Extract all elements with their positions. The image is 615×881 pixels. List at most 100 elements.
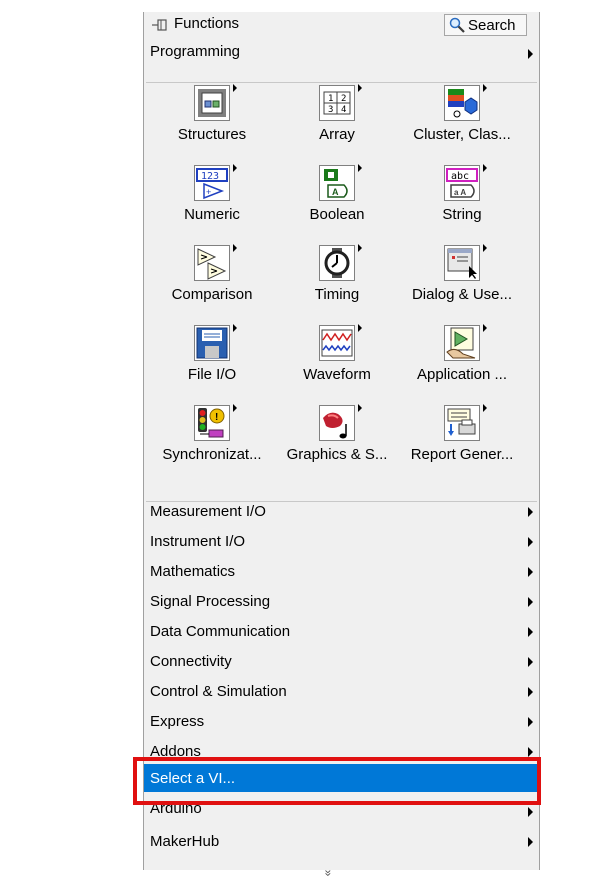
palette-item-label: File I/O [187,366,237,383]
category-connectivity[interactable]: Connectivity [144,646,539,676]
array-cell: 3 [328,105,333,115]
submenu-arrow-icon [233,164,237,172]
palette-item-waveform[interactable]: Waveform [277,323,397,403]
category-mathematics[interactable]: Mathematics [144,556,539,586]
palette-item-report-generation[interactable]: Report Gener... [402,403,522,483]
waveform-icon [319,324,362,361]
category-label: Mathematics [150,562,236,580]
palette-item-label: Array [319,126,355,143]
palette-item-structures[interactable]: Structures [152,83,272,163]
palette-item-label: Numeric [184,206,240,223]
svg-text:!: ! [215,412,218,423]
palette-item-dialog[interactable]: Dialog & Use... [402,243,522,323]
palette-item-label: Comparison [171,286,253,303]
submenu-arrow-icon [528,627,533,637]
svg-text:+: + [206,187,211,197]
submenu-arrow-icon [483,404,487,412]
string-sub-glyph: a A [454,188,466,197]
search-label: Search [468,16,516,34]
palette-item-synchronization[interactable]: ! Synchronizat... [152,403,272,483]
submenu-arrow-icon [483,164,487,172]
category-programming[interactable]: Programming [144,38,539,64]
palette-item-label: Graphics & S... [286,446,388,463]
category-makerhub[interactable]: MakerHub [144,826,539,856]
submenu-arrow-icon [528,597,533,607]
comparison-icon [194,244,237,281]
report-generation-icon [444,404,487,441]
submenu-arrow-icon [358,404,362,412]
category-label: Measurement I/O [150,502,266,520]
expand-more-icon[interactable]: » [321,870,335,877]
category-control-simulation[interactable]: Control & Simulation [144,676,539,706]
boolean-icon: A [319,164,362,201]
array-cell: 2 [341,94,346,104]
palette-item-label: Report Gener... [410,446,514,463]
palette-item-numeric[interactable]: 123 + Numeric [152,163,272,243]
timing-icon [319,244,362,281]
array-icon: 1 2 3 4 [319,84,362,121]
application-icon [444,324,487,361]
submenu-arrow-icon [233,404,237,412]
structures-icon [194,84,237,121]
submenu-arrow-icon [528,49,533,59]
array-cell: 4 [341,105,346,115]
palette-item-label: Waveform [303,366,371,383]
palette-titlebar: Functions Search [144,12,539,38]
file-io-icon [194,324,237,361]
submenu-arrow-icon [528,837,533,847]
submenu-arrow-icon [528,657,533,667]
palette-title: Functions [174,15,240,32]
category-measurement-io[interactable]: Measurement I/O [144,496,539,526]
palette-item-array[interactable]: 1 2 3 4 Array [277,83,397,163]
submenu-arrow-icon [483,244,487,252]
palette-item-boolean[interactable]: A Boolean [277,163,397,243]
category-label: Instrument I/O [150,532,246,550]
search-button[interactable]: Search [444,14,527,36]
category-data-communication[interactable]: Data Communication [144,616,539,646]
submenu-arrow-icon [358,84,362,92]
category-express[interactable]: Express [144,706,539,736]
palette-item-label: Dialog & Use... [411,286,513,303]
category-label: Data Communication [150,622,291,640]
submenu-arrow-icon [358,324,362,332]
palette-item-label: Boolean [309,206,365,223]
highlight-box [133,757,541,805]
palette-item-label: Structures [177,126,247,143]
graphics-sound-icon [319,404,362,441]
numeric-glyph: 123 [201,171,219,182]
submenu-arrow-icon [233,324,237,332]
palette-item-label: Synchronizat... [162,446,262,463]
submenu-arrow-icon [528,507,533,517]
submenu-arrow-icon [528,567,533,577]
submenu-arrow-icon [528,687,533,697]
submenu-arrow-icon [358,164,362,172]
palette-item-label: Cluster, Clas... [413,126,511,143]
palette-item-label: Application ... [416,366,508,383]
palette-item-label: String [442,206,482,223]
numeric-icon: 123 + [194,164,237,201]
string-glyph: abc [451,171,469,182]
palette-item-application[interactable]: Application ... [402,323,522,403]
palette-item-graphics-sound[interactable]: Graphics & S... [277,403,397,483]
palette-item-comparison[interactable]: Comparison [152,243,272,323]
category-instrument-io[interactable]: Instrument I/O [144,526,539,556]
boolean-glyph: A [332,187,339,197]
search-icon [449,17,465,33]
submenu-arrow-icon [483,324,487,332]
category-label: Control & Simulation [150,682,287,700]
submenu-arrow-icon [528,537,533,547]
palette-item-label: Timing [314,286,360,303]
category-signal-processing[interactable]: Signal Processing [144,586,539,616]
category-label: MakerHub [150,832,220,850]
submenu-arrow-icon [358,244,362,252]
palette-item-cluster[interactable]: Cluster, Clas... [402,83,522,163]
programming-icons-panel: Structures 1 2 3 4 Array Cluster, Clas..… [146,82,537,502]
array-cell: 1 [328,94,333,104]
submenu-arrow-icon [233,84,237,92]
category-label: Express [150,712,205,730]
palette-item-file-io[interactable]: File I/O [152,323,272,403]
palette-item-string[interactable]: abc a A String [402,163,522,243]
cluster-icon [444,84,487,121]
pin-icon[interactable] [150,16,168,34]
palette-item-timing[interactable]: Timing [277,243,397,323]
